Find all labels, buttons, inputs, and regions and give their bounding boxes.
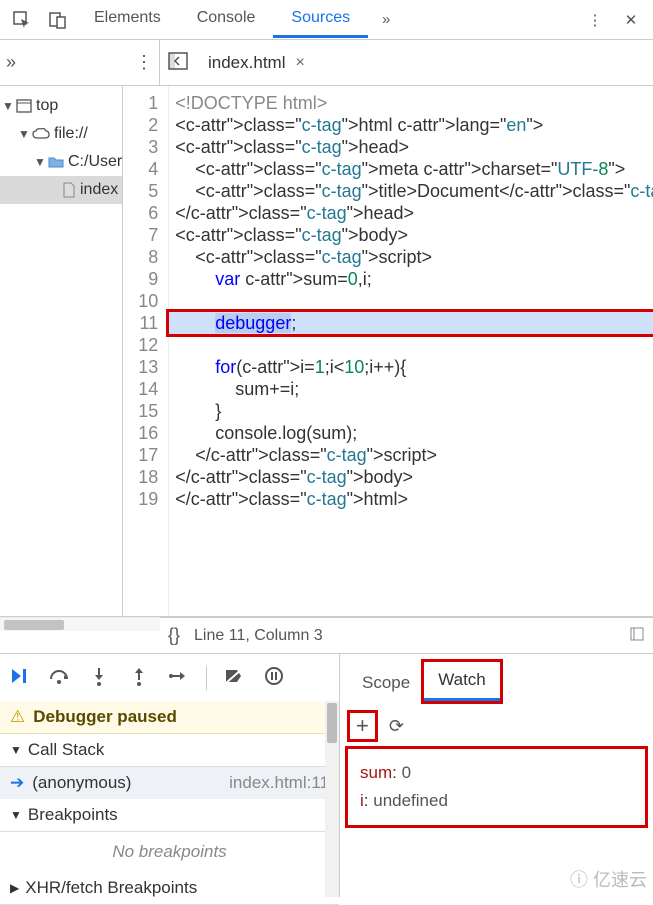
tab-console[interactable]: Console	[179, 1, 274, 38]
frame-location: index.html:11	[229, 773, 329, 793]
tree-file-selected[interactable]: index	[0, 176, 122, 204]
more-tabs-icon[interactable]: »	[368, 2, 404, 38]
pause-on-exceptions-icon[interactable]	[261, 667, 287, 689]
no-breakpoints-label: No breakpoints	[0, 832, 339, 872]
open-file-tab[interactable]: index.html ×	[202, 49, 311, 77]
step-icon[interactable]	[166, 668, 192, 688]
chevron-down-icon: ▼	[34, 155, 46, 169]
breakpoints-header[interactable]: ▼ Breakpoints	[0, 799, 339, 832]
deactivate-breakpoints-icon[interactable]	[221, 667, 247, 689]
line-gutter[interactable]: 12345678910111213141516171819	[123, 86, 169, 616]
step-out-icon[interactable]	[126, 666, 152, 690]
close-file-icon[interactable]: ×	[295, 54, 304, 72]
cloud-icon	[32, 125, 54, 143]
debugger-controls	[0, 654, 340, 701]
chevron-down-icon: ▼	[18, 127, 30, 141]
tab-watch[interactable]: Watch	[424, 662, 500, 701]
call-stack-header[interactable]: ▼ Call Stack	[0, 734, 339, 767]
tab-scope[interactable]: Scope	[348, 665, 424, 701]
resume-icon[interactable]	[6, 666, 32, 690]
scope-watch-tabs: Scope Watch	[340, 654, 653, 701]
sidebar-menu-icon[interactable]: ⋮	[135, 52, 153, 73]
file-icon	[62, 181, 80, 199]
current-frame-icon: ➔	[10, 773, 24, 793]
chevron-down-icon: ▼	[10, 808, 22, 822]
warning-icon: ⚠	[10, 707, 25, 727]
folder-icon	[48, 153, 68, 171]
watch-item[interactable]: sum: 0	[360, 759, 633, 787]
file-navigator: ▼ top ▼ file:// ▼ C:/User index	[0, 86, 123, 616]
step-into-icon[interactable]	[86, 666, 112, 690]
tab-elements[interactable]: Elements	[76, 1, 179, 38]
cursor-position: Line 11, Column 3	[194, 627, 323, 645]
pretty-print-icon[interactable]: {}	[168, 625, 180, 646]
editor: 12345678910111213141516171819 <!DOCTYPE …	[123, 86, 653, 616]
sources-toolbar: » ⋮ index.html ×	[0, 40, 653, 86]
step-over-icon[interactable]	[46, 667, 72, 689]
debugger-left-panel: ⚠ Debugger paused ▼ Call Stack ➔ (anonym…	[0, 701, 340, 897]
debugger-paused-banner: ⚠ Debugger paused	[0, 701, 339, 734]
close-devtools-icon[interactable]: ✕	[613, 2, 649, 38]
watch-toolbar: + ⟳	[348, 709, 645, 749]
toggle-navigator-icon[interactable]	[168, 52, 188, 74]
call-stack-frame[interactable]: ➔ (anonymous) index.html:11	[0, 767, 339, 799]
menu-kebab-icon[interactable]: ⋮	[577, 2, 613, 38]
devtools-main-tabs: Elements Console Sources » ⋮ ✕	[0, 0, 653, 40]
more-sidebar-icon[interactable]: »	[6, 52, 16, 73]
tree-origin[interactable]: ▼ file://	[0, 120, 122, 148]
coverage-icon[interactable]	[629, 626, 645, 646]
device-toolbar-icon[interactable]	[40, 2, 76, 38]
panel-scrollbar[interactable]	[325, 701, 339, 897]
watch-expressions[interactable]: sum: 0 i: undefined	[348, 749, 645, 825]
sidebar-scrollbar[interactable]	[0, 617, 160, 631]
debugger-toolbar-row: Scope Watch	[0, 653, 653, 701]
watch-item[interactable]: i: undefined	[360, 787, 633, 815]
add-watch-icon[interactable]: +	[350, 713, 375, 739]
file-tab-label: index.html	[208, 53, 285, 73]
chevron-down-icon: ▼	[10, 743, 22, 757]
watermark: ⓘ 亿速云	[570, 866, 647, 892]
main-area: ▼ top ▼ file:// ▼ C:/User index 12345678…	[0, 86, 653, 616]
chevron-right-icon: ▶	[10, 881, 19, 895]
debugger-panels: ⚠ Debugger paused ▼ Call Stack ➔ (anonym…	[0, 701, 653, 897]
chevron-down-icon: ▼	[2, 99, 14, 113]
tab-sources[interactable]: Sources	[273, 1, 368, 38]
window-icon	[16, 97, 36, 115]
inspect-element-icon[interactable]	[4, 2, 40, 38]
tree-folder[interactable]: ▼ C:/User	[0, 148, 122, 176]
xhr-breakpoints-header[interactable]: ▶ XHR/fetch Breakpoints	[0, 872, 339, 905]
refresh-watch-icon[interactable]: ⟳	[389, 716, 404, 737]
editor-status-bar: {} Line 11, Column 3	[160, 617, 653, 653]
code-area[interactable]: <!DOCTYPE html><c-attr">class="c-tag">ht…	[169, 86, 653, 616]
tree-top[interactable]: ▼ top	[0, 92, 122, 120]
